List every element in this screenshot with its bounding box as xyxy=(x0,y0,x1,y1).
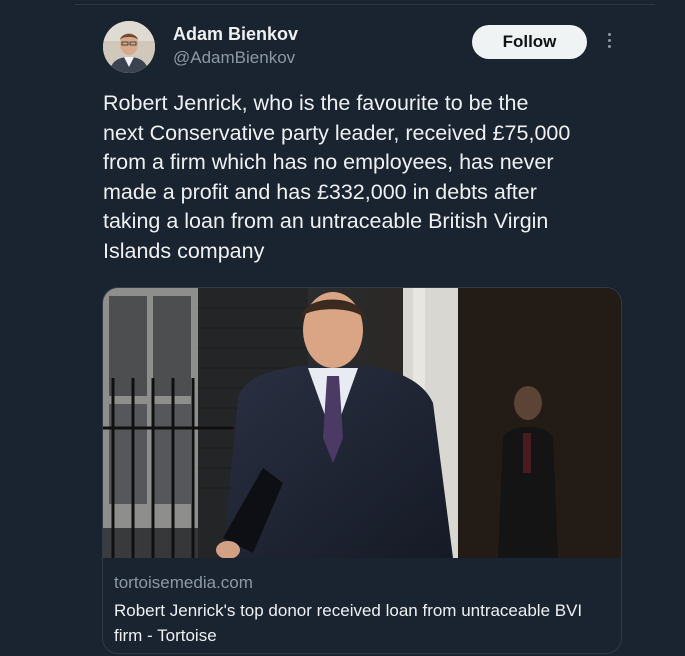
tweet-text: Robert Jenrick, who is the favourite to … xyxy=(103,91,571,263)
card-domain[interactable]: tortoisemedia.com xyxy=(114,573,253,593)
follow-button[interactable]: Follow xyxy=(472,25,587,59)
more-vertical-icon[interactable] xyxy=(602,30,616,54)
link-card[interactable]: tortoisemedia.com Robert Jenrick's top d… xyxy=(102,287,622,654)
avatar[interactable] xyxy=(103,21,155,73)
card-title[interactable]: Robert Jenrick's top donor received loan… xyxy=(114,598,604,648)
tweet: Adam Bienkov @AdamBienkov Follow Robert … xyxy=(0,0,685,656)
card-image[interactable] xyxy=(103,288,621,558)
author-handle[interactable]: @AdamBienkov xyxy=(173,48,295,68)
author-name[interactable]: Adam Bienkov xyxy=(173,24,298,45)
